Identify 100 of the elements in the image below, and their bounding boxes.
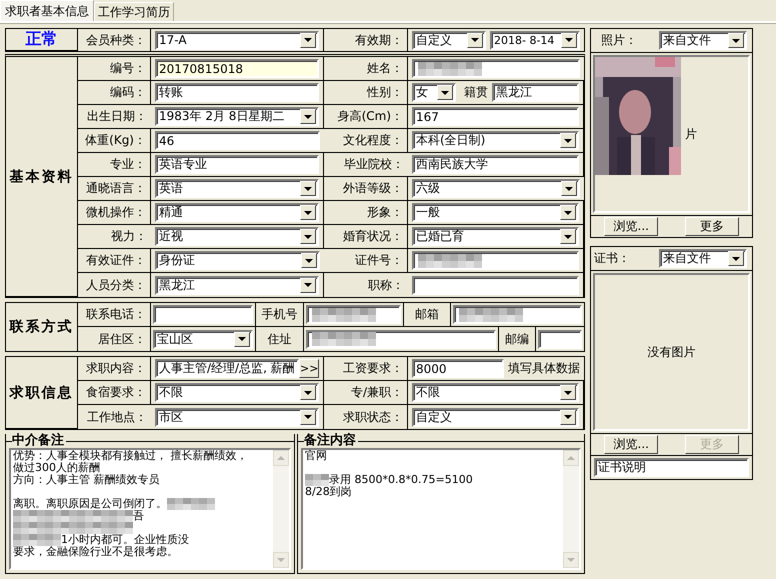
input-field[interactable] — [412, 276, 579, 294]
field-label: 有效期： — [324, 29, 408, 51]
field-label: 职称： — [367, 276, 405, 294]
caret-icon — [564, 234, 572, 238]
input-field[interactable] — [306, 305, 401, 324]
input-field[interactable]: 人事主管/经理/总监, 薪酬 — [155, 359, 299, 378]
field-label: 形象： — [324, 201, 408, 225]
placeholder-text: 没有图片 — [648, 344, 696, 360]
dropdown[interactable]: 来自文件 — [659, 249, 747, 268]
field-label: 性别： — [324, 81, 408, 105]
field-label: 有效证件： — [78, 249, 151, 273]
dropdown[interactable]: 自定义 — [412, 408, 579, 426]
dropdown[interactable]: 女 — [412, 83, 456, 102]
tab[interactable]: 工作学习简历 — [94, 2, 174, 21]
field-label: 求职状态： — [324, 405, 408, 429]
field-label: 专/兼职： — [324, 381, 408, 405]
dropdown[interactable]: 不限 — [412, 383, 579, 402]
dropdown[interactable]: 英语 — [155, 179, 319, 198]
input-field[interactable]: 西南民族大学 — [412, 155, 579, 174]
blur-patch — [418, 254, 482, 268]
dropdown[interactable]: 宝山区 — [153, 330, 253, 348]
field-label: 编号： — [78, 57, 151, 81]
memo-text: 做过300人的薪酬 — [13, 462, 100, 474]
caret-icon — [304, 234, 312, 238]
blur-patch — [459, 308, 523, 322]
input-field[interactable] — [412, 251, 579, 270]
arrow-up-icon — [277, 456, 285, 460]
field-label: 工资要求： — [324, 357, 408, 381]
input-field[interactable] — [153, 305, 253, 324]
dropdown[interactable]: 市区 — [155, 408, 319, 426]
field-label: 通晓语言： — [78, 177, 151, 201]
memo-text: 离职。离职原因是公司倒闭了。 — [13, 498, 167, 510]
memo-text: 吾 — [133, 510, 144, 522]
dropdown[interactable]: 1983年 2月 8日星期二 — [155, 107, 319, 126]
input-field[interactable] — [412, 59, 580, 78]
field-label: 居住区： — [78, 327, 151, 351]
button[interactable]: 浏览... — [604, 435, 658, 454]
blur-patch — [167, 498, 215, 510]
dropdown[interactable]: 不限 — [155, 383, 319, 402]
input-field[interactable]: 20170815018 — [155, 59, 319, 78]
field-label: 婚育状况： — [324, 225, 408, 249]
caret-icon — [565, 186, 573, 190]
input-field[interactable]: 英语专业 — [155, 155, 319, 174]
caret-icon — [304, 186, 312, 190]
field-label: 毕业院校： — [324, 153, 408, 177]
date-picker[interactable]: 2018- 8-14 — [490, 30, 580, 50]
dropdown[interactable]: 精通 — [155, 203, 319, 222]
input-field[interactable]: 转账 — [155, 83, 319, 102]
arrow-down-icon — [567, 558, 575, 562]
field-label: 籍贯 — [464, 84, 488, 101]
section-title: 求职信息 — [6, 357, 78, 429]
dropdown[interactable]: 近视 — [155, 227, 319, 246]
blur-patch — [312, 332, 376, 346]
dropdown[interactable]: 本科(全日制) — [412, 131, 579, 150]
button[interactable]: 更多 — [684, 217, 739, 236]
field-label: 工作地点： — [86, 408, 148, 426]
scrollbar[interactable] — [273, 450, 289, 568]
caret-icon — [304, 415, 312, 419]
memo-text: 方向：人事主管 薪酬绩效专员 — [13, 474, 160, 486]
field-label: 照片： — [601, 32, 638, 49]
text-area[interactable]: 优势：人事全模块都有接触过， 擅长薪酬绩效， 做过300人的薪酬 方向：人事主管 薪酬绩效专员 离职。离职原因是公司倒闭了。 吾 1小时内都可。企业性质没 要求，金融保险行业不是很考虑。 — [9, 448, 291, 570]
more-button[interactable]: >> — [299, 359, 319, 378]
dropdown[interactable]: 身份证 — [155, 251, 320, 270]
field-label: 住址 — [256, 327, 304, 351]
caret-icon — [564, 138, 572, 142]
input-field[interactable]: 证书说明 — [594, 458, 749, 477]
field-label: 手机号 — [256, 303, 304, 326]
dropdown[interactable]: 自定义 — [412, 30, 486, 50]
input-field[interactable] — [453, 305, 582, 324]
field-label: 编码： — [78, 81, 151, 105]
tab[interactable]: 求职者基本信息 — [0, 0, 94, 21]
field-label: 出生日期： — [78, 105, 151, 129]
dropdown[interactable]: 一般 — [412, 203, 579, 222]
input-field[interactable]: 46 — [155, 131, 320, 150]
button[interactable]: 浏览... — [604, 217, 658, 236]
caret-icon — [238, 337, 246, 341]
hint-text: 填写具体数据 — [508, 360, 580, 377]
dropdown[interactable]: 黑龙江 — [155, 276, 319, 294]
scrollbar[interactable] — [563, 450, 579, 568]
field-label: 文化程度： — [324, 129, 408, 153]
input-field[interactable] — [538, 330, 582, 348]
dropdown[interactable]: 六级 — [412, 179, 580, 198]
input-field[interactable]: 8000 — [412, 359, 504, 378]
dropdown[interactable]: 17-A — [155, 30, 319, 50]
field-label: 求职内容： — [78, 357, 151, 381]
text-area[interactable]: 官网 录用 8500*0.8*0.75=5100 8/28到岗 — [301, 448, 581, 570]
input-field[interactable]: 167 — [412, 107, 579, 126]
dropdown[interactable]: 已婚已育 — [412, 227, 579, 246]
caret-icon — [732, 256, 740, 260]
caret-icon — [304, 283, 312, 287]
input-field[interactable] — [306, 330, 496, 348]
caret-icon — [304, 38, 312, 42]
dropdown[interactable]: 来自文件 — [659, 31, 747, 50]
caret-icon — [564, 390, 572, 394]
input-field[interactable]: 黑龙江 — [492, 83, 579, 102]
group-title: 中介备注 — [12, 434, 66, 448]
blur-patch — [418, 62, 482, 76]
blur-patch — [312, 308, 376, 322]
arrow-down-icon — [277, 558, 285, 562]
field-label: 邮编 — [499, 327, 536, 351]
